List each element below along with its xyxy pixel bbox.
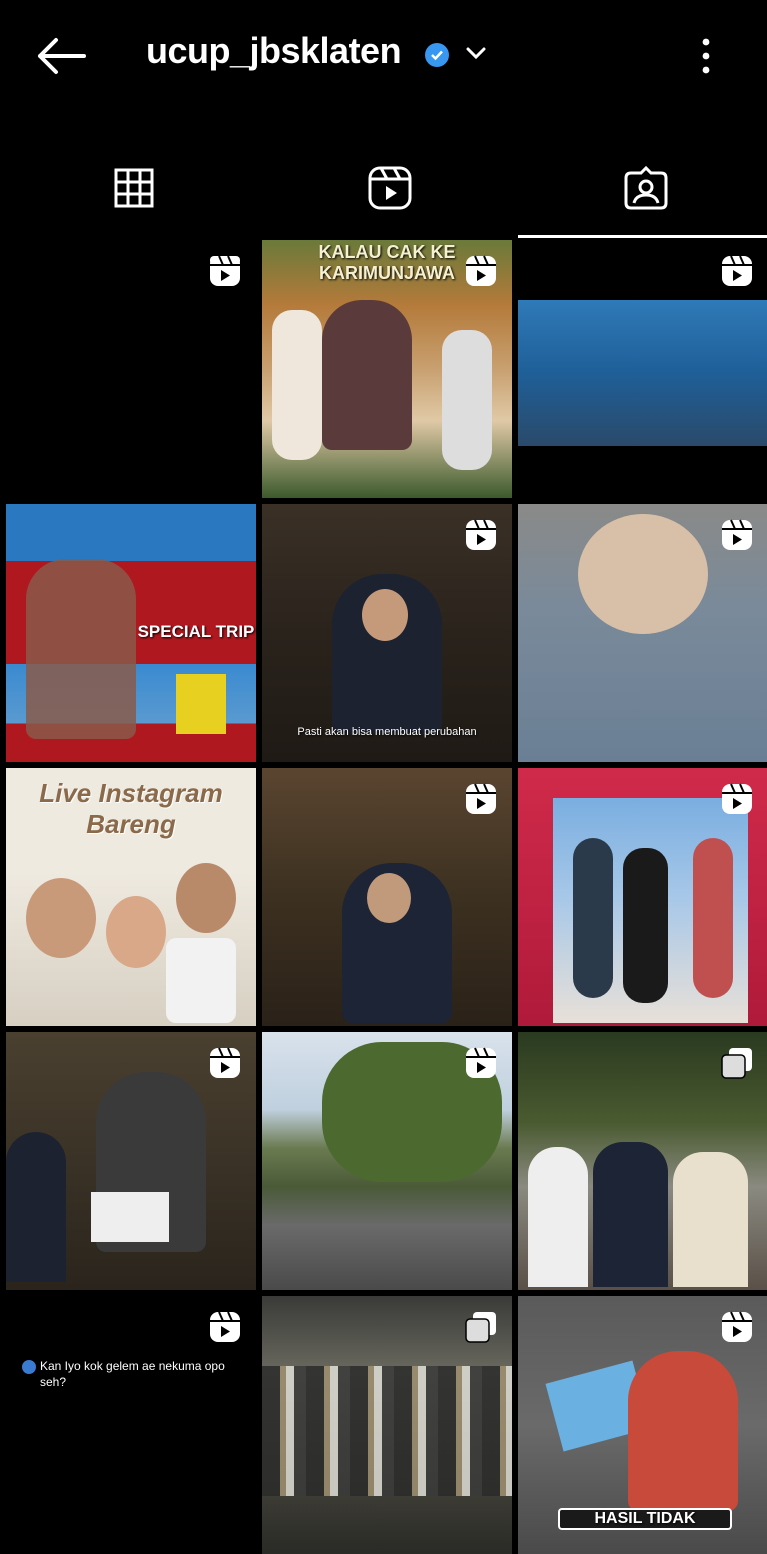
- person-face: [176, 863, 236, 933]
- post-caption-text: Pasti akan bisa membuat perubahan: [297, 726, 477, 738]
- post-thumbnail[interactable]: [262, 768, 512, 1026]
- post-thumbnail[interactable]: HASIL TIDAK: [518, 1296, 767, 1554]
- reel-badge-icon: [722, 1311, 752, 1342]
- person-figure: [628, 1351, 738, 1511]
- person-face: [367, 873, 411, 923]
- person-figure: [623, 848, 668, 1003]
- person-face: [362, 589, 408, 641]
- post-caption-text: Live Instagram Bareng: [39, 778, 223, 839]
- people-group: [262, 1366, 512, 1496]
- person-figure: [6, 1132, 66, 1282]
- post-graphic: [166, 938, 236, 1023]
- profile-header: ucup_jbsklaten: [0, 0, 767, 110]
- arrow-left-icon[interactable]: [34, 36, 86, 76]
- post-thumbnail[interactable]: Pasti akan bisa membuat perubahan: [262, 504, 512, 762]
- verified-badge-icon: [425, 43, 449, 67]
- profile-username[interactable]: ucup_jbsklaten: [146, 30, 402, 72]
- person-figure: [272, 310, 322, 460]
- profile-tabs: [0, 140, 767, 240]
- person-figure: [693, 838, 733, 998]
- reel-badge-icon: [722, 519, 752, 550]
- person-figure: [322, 300, 412, 450]
- tab-reels[interactable]: [262, 140, 517, 236]
- person-figure: [573, 838, 613, 998]
- post-graphic: [91, 1192, 169, 1242]
- post-thumbnail[interactable]: [518, 240, 767, 498]
- people-group: [26, 559, 136, 739]
- post-thumbnail[interactable]: [262, 1296, 512, 1554]
- post-graphic: [176, 674, 226, 734]
- reel-badge-icon: [210, 255, 240, 286]
- reel-badge-icon: [466, 255, 496, 286]
- person-face: [26, 878, 96, 958]
- post-thumbnail[interactable]: Kan Iyo kok gelem ae nekuma opo seh?: [6, 1296, 256, 1554]
- post-caption-text: SPECIAL TRIP: [137, 622, 255, 641]
- carousel-badge-icon: [465, 1312, 496, 1343]
- person-figure: [528, 1147, 588, 1287]
- post-caption-text: HASIL TIDAK: [558, 1508, 732, 1530]
- reel-badge-icon: [210, 1047, 240, 1078]
- post-thumbnail[interactable]: [6, 240, 256, 498]
- post-thumbnail[interactable]: [262, 1032, 512, 1290]
- underwater-photo: [518, 300, 767, 446]
- person-figure: [673, 1152, 748, 1287]
- reel-badge-icon: [722, 255, 752, 286]
- post-thumbnail[interactable]: [518, 504, 767, 762]
- tab-tagged[interactable]: [518, 140, 767, 238]
- tab-posts[interactable]: [6, 140, 261, 236]
- person-figure: [442, 330, 492, 470]
- carousel-badge-icon: [721, 1048, 752, 1079]
- reel-badge-icon: [722, 783, 752, 814]
- reel-badge-icon: [466, 519, 496, 550]
- person-face: [106, 896, 166, 968]
- reel-badge-icon: [466, 1047, 496, 1078]
- person-figure: [593, 1142, 668, 1287]
- post-thumbnail[interactable]: [6, 1032, 256, 1290]
- post-thumbnail[interactable]: Live Instagram Bareng: [6, 768, 256, 1026]
- reel-badge-icon: [210, 1311, 240, 1342]
- reel-badge-icon: [466, 783, 496, 814]
- grid-icon: [114, 168, 153, 208]
- post-thumbnail[interactable]: [518, 1032, 767, 1290]
- tagged-icon: [624, 165, 667, 210]
- more-vertical-icon[interactable]: [696, 36, 716, 76]
- post-thumbnail[interactable]: SPECIAL TRIP: [6, 504, 256, 762]
- chevron-down-icon[interactable]: [464, 44, 488, 62]
- post-thumbnail[interactable]: [518, 768, 767, 1026]
- reels-icon: [368, 166, 411, 210]
- emoji-icon: [22, 1360, 36, 1374]
- person-face: [578, 514, 708, 634]
- post-thumbnail[interactable]: KALAU CAK KE KARIMUNJAWA: [262, 240, 512, 498]
- post-caption-text: Kan Iyo kok gelem ae nekuma opo seh?: [40, 1359, 225, 1389]
